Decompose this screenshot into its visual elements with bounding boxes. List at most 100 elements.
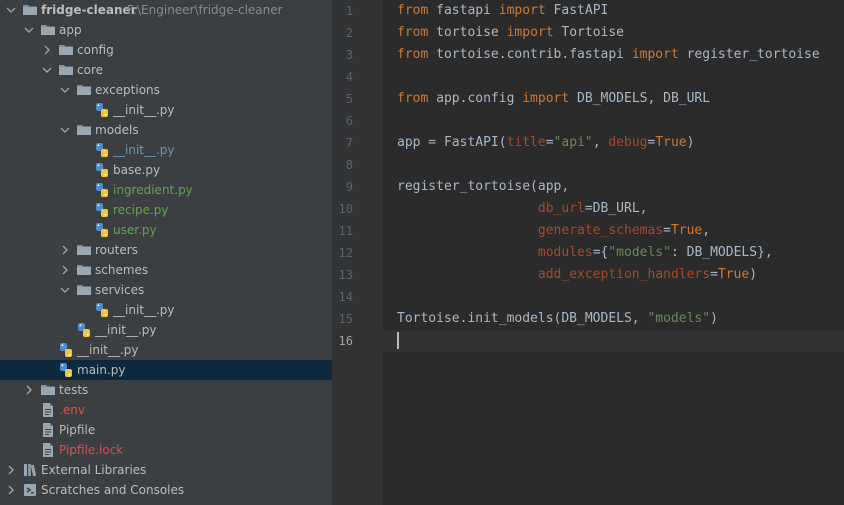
code-line[interactable]: add_exception_handlers=True) [397,264,757,286]
tree-item-label: exceptions [95,83,160,97]
chevron-right-icon[interactable] [6,465,16,475]
tree-item[interactable]: core [0,60,332,80]
text-file-icon [43,423,53,437]
tree-item[interactable]: routers [0,240,332,260]
tree-item[interactable]: __init__.py [0,100,332,120]
tree-item[interactable]: app [0,20,332,40]
folder-icon [77,265,91,275]
chevron-right-icon[interactable] [24,385,34,395]
code-token: from [397,3,429,18]
tree-item[interactable]: services [0,280,332,300]
code-line[interactable]: modules={"models": DB_MODELS}, [397,242,773,264]
code-line[interactable]: app = FastAPI(title="api", debug=True) [397,132,694,154]
code-token: =DB_URL, [584,201,648,216]
code-token: , [592,135,609,150]
tree-item[interactable]: main.py [0,360,332,380]
code-line[interactable]: Tortoise.init_models(DB_MODELS, "models"… [397,308,718,330]
tree-item[interactable]: user.py [0,220,332,240]
tree-item-label: config [77,43,114,57]
code-line[interactable]: db_url=DB_URL, [397,198,648,220]
module-folder-icon [23,5,37,15]
libraries-icon [24,464,37,477]
tree-item[interactable]: __init__.py [0,340,332,360]
line-number: 15 [338,312,353,326]
tree-item-label: __init__.py [95,323,157,337]
python-file-icon [96,143,108,157]
code-token: , [702,223,711,238]
tree-item-label: base.py [113,163,161,177]
python-file-icon [96,303,108,317]
tree-item[interactable]: ingredient.py [0,180,332,200]
code-line[interactable]: from app.config import DB_MODELS, DB_URL [397,88,710,110]
tree-item[interactable]: __init__.py [0,140,332,160]
line-number: 12 [338,246,353,260]
tree-item[interactable]: __init__.py [0,300,332,320]
code-line[interactable]: from fastapi import FastAPI [397,0,608,22]
chevron-down-icon[interactable] [24,25,34,35]
code-token: ={ [592,245,609,260]
tree-item[interactable]: base.py [0,160,332,180]
code-token: tortoise [428,25,507,40]
code-token: True [670,223,703,238]
chevron-down-icon[interactable] [42,65,52,75]
chevron-right-icon[interactable] [6,485,16,495]
folder-icon [41,385,55,395]
code-token: "models" [608,245,671,260]
tree-item[interactable]: External Libraries [0,460,332,480]
tree-item[interactable]: tests [0,380,332,400]
tree-item[interactable]: recipe.py [0,200,332,220]
code-token: app.config [428,91,523,106]
tree-item[interactable]: Pipfile.lock [0,440,332,460]
code-token: import [522,91,570,106]
code-token: "api" [553,135,593,150]
code-token: from [397,91,429,106]
code-editor[interactable]: from fastapi import FastAPI from tortoise… [383,0,844,505]
tree-item[interactable]: __init__.py [0,320,332,340]
code-line[interactable]: register_tortoise(app, [397,176,569,198]
scratches-icon [24,484,36,496]
folder-icon [59,65,73,75]
chevron-right-icon[interactable] [42,45,52,55]
tree-item[interactable]: exceptions [0,80,332,100]
line-number: 10 [338,202,353,216]
code-line[interactable]: from tortoise import Tortoise [397,22,624,44]
project-root-path: F:\Engineer\fridge-cleaner [127,3,283,17]
line-number: 1 [345,4,353,18]
code-token: tortoise.contrib.fastapi [428,47,632,62]
tree-item[interactable]: Scratches and Consoles [0,480,332,500]
tree-item[interactable]: .env [0,400,332,420]
tree-item[interactable]: models [0,120,332,140]
code-token: = [710,267,718,282]
chevron-right-icon[interactable] [60,245,70,255]
code-token: = [663,223,671,238]
folder-icon [77,245,91,255]
line-number: 2 [345,26,353,40]
code-token: True [655,135,687,150]
tree-item-label: Scratches and Consoles [41,483,185,497]
tree-item[interactable]: schemes [0,260,332,280]
code-token: DB_MODELS, DB_URL [569,91,711,106]
tree-item-label: app [59,23,82,37]
chevron-right-icon[interactable] [60,265,70,275]
code-token: app = FastAPI( [397,135,507,150]
chevron-down-icon[interactable] [60,125,70,135]
project-root[interactable]: fridge-cleaner F:\Engineer\fridge-cleane… [0,0,332,20]
chevron-down-icon[interactable] [60,285,70,295]
code-token: import [506,25,554,40]
tree-item-label: models [95,123,139,137]
code-token: generate_schemas [537,223,664,238]
line-number: 13 [338,268,353,282]
tree-item[interactable]: config [0,40,332,60]
chevron-down-icon[interactable] [60,85,70,95]
folder-icon [59,45,73,55]
code-line[interactable]: from tortoise.contrib.fastapi import reg… [397,44,820,66]
python-file-icon [96,103,108,117]
code-line[interactable]: generate_schemas=True, [397,220,710,242]
code-token: Tortoise.init_models(DB_MODELS, [397,311,648,326]
code-token: add_exception_handlers [537,267,711,282]
code-token: from [397,25,429,40]
line-number-gutter: 1 2 3 4 5 6 7 8 9 10 11 12 13 14 15 16 [333,0,383,505]
tree-item[interactable]: Pipfile [0,420,332,440]
chevron-down-icon[interactable] [6,5,16,15]
